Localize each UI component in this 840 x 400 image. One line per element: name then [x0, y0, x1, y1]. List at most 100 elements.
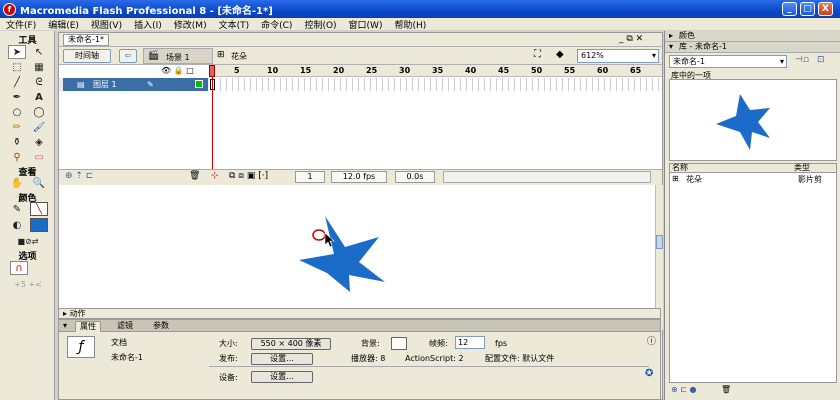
menu-modify[interactable]: 修改(M)	[168, 18, 213, 31]
chevron-down-icon: ▾	[651, 51, 656, 60]
actions-label: 动作	[69, 309, 86, 318]
menu-commands[interactable]: 命令(C)	[255, 18, 298, 31]
timeline-toggle-button[interactable]: 时间轴	[63, 49, 111, 63]
fill-color-swatch[interactable]	[30, 218, 48, 232]
expanded-arrow-icon: ▾	[669, 42, 674, 51]
right-panel-dock: ▸ 颜色 ▾ 库 - 未命名-1 未命名-1 ▾ ⊣▫ ⊡ 库中的一项 名称 类…	[664, 31, 840, 400]
zoom-select[interactable]: 612% ▾	[577, 49, 659, 63]
center-frame-icon[interactable]: ⊹	[211, 171, 219, 181]
new-library-icon[interactable]: ⊡	[817, 55, 825, 65]
accessibility-icon[interactable]: ✪	[645, 368, 653, 379]
subselection-tool-icon[interactable]: ↖	[30, 45, 48, 59]
stroke-color-swatch[interactable]: ╲	[30, 202, 48, 216]
ink-bottle-icon[interactable]: ⚱	[8, 135, 26, 149]
eyedropper-icon[interactable]: ⚲	[8, 150, 26, 164]
onion-skin-icons[interactable]: ⧉ ⧈ ▣ [·]	[229, 171, 268, 181]
menu-insert[interactable]: 插入(I)	[128, 18, 168, 31]
frame-rate-input[interactable]: 12	[455, 336, 485, 349]
lasso-tool-icon[interactable]: ᘓ	[30, 75, 48, 89]
selection-tool-icon[interactable]: ➤	[8, 45, 26, 59]
frame-tick: 25	[366, 66, 378, 75]
library-item-list: ⊞ 花朵 影片剪	[669, 173, 837, 383]
background-color-swatch[interactable]	[391, 337, 407, 350]
restore-doc-icon[interactable]: _ ⧉ ✕	[619, 34, 643, 44]
maximize-button[interactable]: □	[800, 2, 815, 16]
stage-canvas[interactable]	[67, 185, 652, 322]
actions-panel-header[interactable]: ▸ 动作	[58, 308, 661, 319]
trash-icon[interactable]: 🗑	[721, 385, 731, 394]
menu-file[interactable]: 文件(F)	[0, 18, 42, 31]
scene-crumb[interactable]: 🎬 场景 1	[143, 48, 213, 64]
trash-icon[interactable]: 🗑	[189, 171, 200, 181]
color-panel-header[interactable]: ▸ 颜色	[665, 31, 840, 42]
column-type-header[interactable]: 类型	[794, 164, 810, 172]
minimize-button[interactable]: _	[782, 2, 797, 16]
zoom-tool-icon[interactable]: 🔍	[30, 176, 48, 190]
frame-tick: 60	[597, 66, 609, 75]
color-panel-title: 颜色	[679, 31, 695, 40]
tab-filters[interactable]: 滤镜	[113, 321, 137, 332]
text-tool-icon[interactable]: A	[30, 90, 48, 104]
oval-tool-icon[interactable]: ○	[8, 105, 26, 119]
frame-tick: 50	[531, 66, 543, 75]
edit-scene-icon[interactable]: ⛶	[534, 49, 541, 60]
playhead-marker[interactable]	[209, 65, 215, 77]
vscroll-thumb[interactable]	[656, 235, 663, 249]
actionscript-version: ActionScript: 2	[405, 354, 464, 363]
hand-tool-icon[interactable]: ✋	[8, 176, 26, 190]
star-shape[interactable]	[299, 216, 385, 292]
smooth-straighten-icons[interactable]: +5 +<	[4, 277, 52, 291]
menu-view[interactable]: 视图(V)	[85, 18, 128, 31]
movieclip-icon: ⊞	[217, 50, 225, 60]
color-swap-icons[interactable]: ■⊘⇄	[4, 234, 52, 248]
playhead-line	[212, 77, 213, 169]
new-symbol-icons[interactable]: ⊕ ⊏ ●	[671, 385, 696, 394]
menu-help[interactable]: 帮助(H)	[388, 18, 432, 31]
outline-color-icon	[195, 80, 203, 88]
add-layer-icons[interactable]: ⊕ ⇡ ⊏	[65, 171, 93, 181]
frame-cells[interactable]	[209, 78, 662, 91]
publish-settings-button[interactable]: 设置...	[251, 353, 313, 365]
column-name-header[interactable]: 名称	[672, 164, 688, 172]
pencil-tool-icon[interactable]: ✏	[8, 120, 26, 134]
document-tab[interactable]: 未命名-1*	[63, 34, 109, 46]
eraser-tool-icon[interactable]: ▭	[30, 150, 48, 164]
tab-properties[interactable]: 属性	[75, 321, 101, 332]
list-item[interactable]: ⊞ 花朵 影片剪	[670, 174, 836, 185]
close-button[interactable]: X	[818, 2, 833, 16]
line-tool-icon[interactable]: ╱	[8, 75, 26, 89]
library-select[interactable]: 未命名-1 ▾	[669, 55, 787, 68]
chevron-down-icon: ▾	[779, 57, 784, 66]
pin-library-icon[interactable]: ⊣▫	[795, 55, 809, 65]
current-frame-display: 1	[295, 171, 325, 183]
edit-symbol-icon[interactable]: ◆	[556, 49, 564, 60]
paint-bucket-icon[interactable]: ◈	[30, 135, 48, 149]
eye-lock-outline-icons[interactable]: 👁 🔒 □	[161, 66, 194, 75]
background-label: 背景:	[361, 339, 380, 348]
fill-color-icon[interactable]: ◐	[8, 218, 26, 232]
device-settings-button[interactable]: 设置...	[251, 371, 313, 383]
device-label: 设备:	[219, 373, 238, 382]
library-panel-header[interactable]: ▾ 库 - 未命名-1	[665, 42, 840, 53]
menu-control[interactable]: 控制(O)	[298, 18, 342, 31]
menu-window[interactable]: 窗口(W)	[343, 18, 389, 31]
timeline-hscrollbar[interactable]	[443, 171, 651, 183]
layer-name-cell[interactable]: ▤ 图层 1 ✎	[63, 78, 208, 91]
polystar-tool-icon[interactable]: ◯	[30, 105, 48, 119]
snap-magnet-icon[interactable]: ∩	[10, 261, 28, 275]
gradient-transform-icon[interactable]: ▦	[30, 60, 48, 74]
free-transform-icon[interactable]: ⬚	[8, 60, 26, 74]
back-arrow-icon[interactable]: ⇦	[119, 49, 137, 63]
menu-edit[interactable]: 编辑(E)	[42, 18, 85, 31]
pen-tool-icon[interactable]: ✒	[8, 90, 26, 104]
help-icon[interactable]: ⓘ	[647, 334, 656, 347]
symbol-crumb[interactable]: ⊞ 花朵	[215, 48, 275, 64]
expand-arrow-icon[interactable]: ▾	[63, 321, 67, 330]
timeline-panel: 5 10 15 20 25 30 35 40 45 50 55 60 65 👁 …	[59, 65, 662, 183]
menu-text[interactable]: 文本(T)	[213, 18, 256, 31]
tab-parameters[interactable]: 参数	[149, 321, 173, 332]
library-preview	[669, 79, 837, 161]
brush-tool-icon[interactable]: 🖌	[30, 120, 48, 134]
size-button[interactable]: 550 × 400 像素	[251, 338, 331, 350]
stroke-color-icon[interactable]: ✎	[8, 202, 26, 216]
